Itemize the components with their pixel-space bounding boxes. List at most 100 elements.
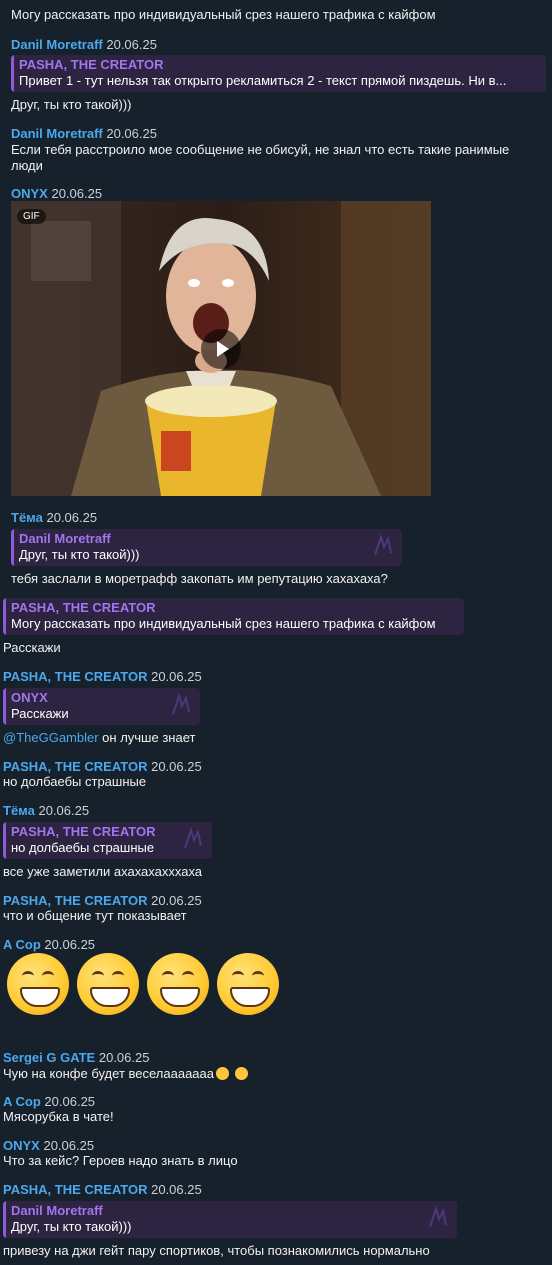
emoji-eye xyxy=(252,971,264,981)
quote-author: Danil Moretraff xyxy=(19,531,111,546)
emoji-eye xyxy=(112,971,124,981)
reply-quote[interactable]: PASHA, THE CREATOR Привет 1 - тут нельзя… xyxy=(11,55,546,92)
message-author[interactable]: Тёма xyxy=(3,803,35,818)
message-header: Тёма 20.06.25 xyxy=(3,803,89,819)
message-date: 20.06.25 xyxy=(151,1182,202,1197)
emoji-mouth xyxy=(160,987,200,1007)
message-text: Мясорубка в чате! xyxy=(3,1109,114,1124)
reply-quote[interactable]: Danil Moretraff Друг, ты кто такой))) xyxy=(3,1201,457,1238)
message-text: Расскажи xyxy=(3,640,61,655)
message-text: но долбаебы страшные xyxy=(3,774,147,789)
play-icon-glyph xyxy=(217,341,229,357)
message-header: PASHA, THE CREATOR 20.06.25 xyxy=(3,893,202,909)
message-text-body: Чую на конфе будет веселааааааа xyxy=(3,1066,214,1081)
message-text: тебя заслали в моретрафф закопать им реп… xyxy=(11,571,388,586)
quote-author: PASHA, THE CREATOR xyxy=(19,57,164,72)
message-author[interactable]: PASHA, THE CREATOR xyxy=(3,893,147,908)
message-header: Danil Moretraff 20.06.25 xyxy=(11,126,157,142)
quote-bar xyxy=(3,822,6,859)
message-header: PASHA, THE CREATOR 20.06.25 xyxy=(3,1182,202,1198)
grinning-face-icon xyxy=(217,953,279,1015)
message-author[interactable]: A Cop xyxy=(3,937,41,952)
message-text: Друг, ты кто такой))) xyxy=(11,97,132,112)
message-date: 20.06.25 xyxy=(151,893,202,908)
message-header: PASHA, THE CREATOR 20.06.25 xyxy=(3,759,202,775)
reply-quote[interactable]: ONYX Расскажи xyxy=(3,688,200,725)
message-author[interactable]: Danil Moretraff xyxy=(11,37,103,52)
message-date: 20.06.25 xyxy=(38,803,90,818)
quote-text: Могу рассказать про индивидуальный срез … xyxy=(11,616,436,631)
message-text: Чую на конфе будет веселааааааа xyxy=(3,1066,248,1082)
message-date: 20.06.25 xyxy=(151,759,202,774)
play-icon[interactable] xyxy=(201,329,241,369)
message-text: что и общение тут показывает xyxy=(3,908,187,923)
reply-quote[interactable]: PASHA, THE CREATOR но долбаебы страшные xyxy=(3,822,212,859)
quote-author: PASHA, THE CREATOR xyxy=(11,824,156,839)
message-text: люди xyxy=(11,158,43,173)
message-text: все уже заметили ахахахахххаха xyxy=(3,864,203,879)
message-text: Если тебя расстроило мое сообщение не об… xyxy=(11,142,510,157)
gif-badge: GIF xyxy=(17,209,46,224)
message-header: A Cop 20.06.25 xyxy=(3,937,95,953)
quote-bar xyxy=(3,688,6,725)
message-header: PASHA, THE CREATOR 20.06.25 xyxy=(3,669,202,685)
reply-quote[interactable]: PASHA, THE CREATOR Могу рассказать про и… xyxy=(3,598,464,635)
grinning-face-icon xyxy=(77,953,139,1015)
quote-text: Друг, ты кто такой))) xyxy=(19,547,140,562)
quote-text: но долбаебы страшные xyxy=(11,840,155,855)
message-author[interactable]: ONYX xyxy=(3,1138,40,1153)
grinning-face-icon xyxy=(7,953,69,1015)
message-date: 20.06.25 xyxy=(46,510,98,525)
message-header: ONYX 20.06.25 xyxy=(11,186,102,202)
quote-bar xyxy=(3,598,6,635)
quote-bar xyxy=(11,529,14,566)
quote-bar xyxy=(3,1201,6,1238)
message-header: Sergei G GATE 20.06.25 xyxy=(3,1050,149,1066)
emoji-mouth xyxy=(90,987,130,1007)
message-text: Что за кейс? Героев надо знать в лицо xyxy=(3,1153,238,1168)
message-header: Danil Moretraff 20.06.25 xyxy=(11,37,157,53)
message-date: 20.06.25 xyxy=(98,1050,150,1065)
emoji-eye xyxy=(182,971,194,981)
quote-author: Danil Moretraff xyxy=(11,1203,103,1218)
emoji-eye xyxy=(162,971,174,981)
doodle-icon xyxy=(374,533,392,556)
message-author[interactable]: Sergei G GATE xyxy=(3,1050,95,1065)
doodle-icon xyxy=(429,1205,447,1228)
message-header: ONYX 20.06.25 xyxy=(3,1138,94,1154)
message-author[interactable]: PASHA, THE CREATOR xyxy=(3,759,147,774)
emoji-mouth xyxy=(230,987,270,1007)
message-date: 20.06.25 xyxy=(51,186,103,201)
smiling-face-with-hearts-icon xyxy=(216,1067,229,1080)
message-text: привезу на джи гейт пару спортиков, чтоб… xyxy=(3,1243,430,1258)
melting-face-icon xyxy=(235,1067,248,1080)
message-date: 20.06.25 xyxy=(106,37,157,52)
message-date: 20.06.25 xyxy=(151,669,202,684)
emoji-eye xyxy=(22,971,34,981)
emoji-mouth xyxy=(20,987,60,1007)
message-text: Могу рассказать про индивидуальный срез … xyxy=(11,7,436,22)
doodle-icon xyxy=(172,692,190,715)
emoji-eye xyxy=(92,971,104,981)
message-author[interactable]: PASHA, THE CREATOR xyxy=(3,669,147,684)
doodle-icon xyxy=(184,826,202,849)
message-text-rest: он лучше знает xyxy=(98,730,196,745)
emoji-eye xyxy=(232,971,244,981)
message-author[interactable]: ONYX xyxy=(11,186,48,201)
user-mention[interactable]: @TheGGambler xyxy=(3,730,99,745)
message-header: Тёма 20.06.25 xyxy=(11,510,97,526)
quote-author: ONYX xyxy=(11,690,48,705)
grinning-face-icon xyxy=(147,953,209,1015)
emoji-eye xyxy=(42,971,54,981)
message-text: @TheGGambler он лучше знает xyxy=(3,730,195,746)
quote-text: Друг, ты кто такой))) xyxy=(11,1219,132,1234)
message-date: 20.06.25 xyxy=(43,1138,95,1153)
message-author[interactable]: Тёма xyxy=(11,510,43,525)
message-author[interactable]: A Cop xyxy=(3,1094,41,1109)
quote-text: Привет 1 - тут нельзя так открыто реклам… xyxy=(19,73,507,88)
message-author[interactable]: Danil Moretraff xyxy=(11,126,103,141)
reply-quote[interactable]: Danil Moretraff Друг, ты кто такой))) xyxy=(11,529,402,566)
message-author[interactable]: PASHA, THE CREATOR xyxy=(3,1182,147,1197)
gif-media[interactable]: GIF xyxy=(11,201,431,496)
message-date: 20.06.25 xyxy=(44,1094,96,1109)
